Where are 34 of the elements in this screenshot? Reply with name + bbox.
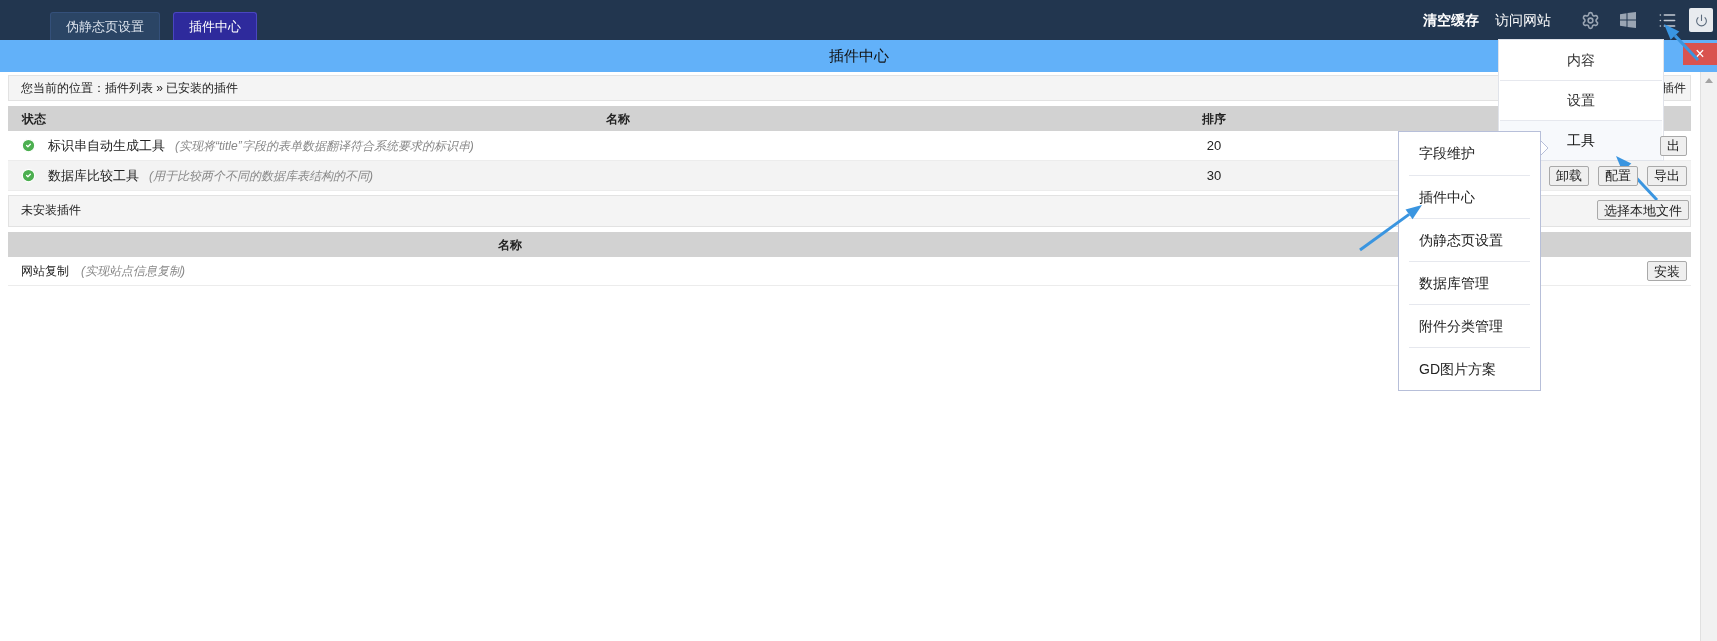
plugin-name: 网站复制 <box>21 263 69 280</box>
action-button[interactable]: 卸载 <box>1549 165 1589 186</box>
top-tab[interactable]: 插件中心 <box>173 12 257 40</box>
top-tab[interactable]: 伪静态页设置 <box>50 12 160 40</box>
action-button[interactable]: 配置 <box>1598 165 1638 186</box>
submenu-item[interactable]: 伪静态页设置 <box>1409 218 1530 261</box>
action-button[interactable]: 出 <box>1660 135 1687 156</box>
choose-file-button[interactable]: 选择本地文件 <box>1597 200 1689 220</box>
section-title: 未安装插件 <box>21 202 81 219</box>
order-cell-text: 30 <box>1205 166 1223 185</box>
plugin-description: (实现将“title”字段的表单数据翻译符合系统要求的标识串) <box>175 137 474 155</box>
power-icon <box>1694 13 1708 27</box>
plugin-name: 标识串自动生成工具 <box>48 136 165 155</box>
settings-icon[interactable] <box>1581 10 1600 30</box>
submenu-item[interactable]: 附件分类管理 <box>1409 304 1530 347</box>
plugin-name: 数据库比较工具 <box>48 166 139 185</box>
column-header: 排序 <box>1202 110 1226 128</box>
plugin-description: (实现站点信息复制) <box>81 263 185 280</box>
top-link[interactable]: 清空缓存 <box>1423 9 1479 31</box>
install-button[interactable]: 安装 <box>1647 261 1687 281</box>
close-button[interactable]: × <box>1683 43 1717 65</box>
top-link[interactable]: 访问网站 <box>1495 9 1551 31</box>
column-header: 名称 <box>497 236 522 254</box>
plugin-description: (用于比较两个不同的数据库表结构的不同) <box>149 167 373 185</box>
column-header: 状态 <box>20 110 47 128</box>
action-button[interactable]: 导出 <box>1647 165 1687 186</box>
submenu-item[interactable]: GD图片方案 <box>1409 347 1530 390</box>
submenu-item[interactable]: 数据库管理 <box>1409 261 1530 304</box>
power-button[interactable] <box>1689 8 1713 32</box>
column-header: 名称 <box>605 110 630 128</box>
breadcrumb: 您当前的位置：插件列表 » 已安装的插件 <box>21 80 239 97</box>
order-cell-text: 20 <box>1205 136 1223 155</box>
panel-title: 插件中心 <box>828 45 889 66</box>
windows-icon[interactable] <box>1620 12 1636 28</box>
